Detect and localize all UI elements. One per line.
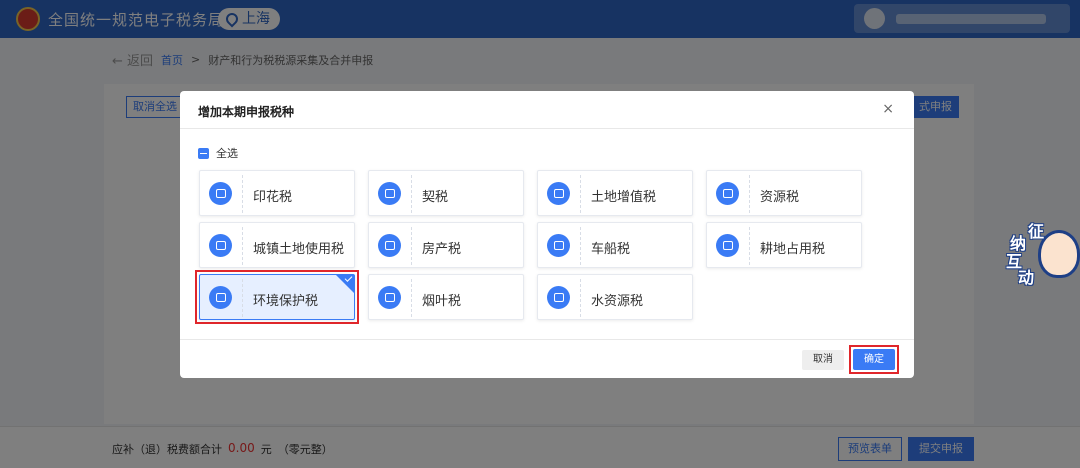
service-mascot[interactable]: 征 纳 互 动 <box>1006 222 1080 288</box>
tax-tile-land-appreciation[interactable]: 土地增值税 <box>537 170 693 216</box>
confirm-button[interactable]: 确定 <box>853 349 895 370</box>
tile-label: 印花税 <box>253 190 293 205</box>
cancel-button[interactable]: 取消 <box>802 350 844 370</box>
house-icon <box>378 234 401 257</box>
tax-tile-deed[interactable]: 契税 <box>368 170 524 216</box>
select-all-checkbox[interactable]: 全选 <box>198 145 238 161</box>
tile-label: 资源税 <box>760 190 800 205</box>
tile-divider <box>749 227 750 265</box>
tile-label: 环境保护税 <box>253 294 319 309</box>
tile-label: 城镇土地使用税 <box>253 242 345 257</box>
tile-divider <box>749 175 750 213</box>
tax-tile-resource[interactable]: 资源税 <box>706 170 862 216</box>
tile-label: 土地增值税 <box>591 190 657 205</box>
tax-tile-property[interactable]: 房产税 <box>368 222 524 268</box>
add-tax-type-dialog: 增加本期申报税种 × 全选 印花税 契税 土地增值税 资源税 城镇土地使用税 房… <box>180 91 914 378</box>
document-icon <box>209 182 232 205</box>
land-icon <box>547 182 570 205</box>
mascot-char: 征 <box>1028 222 1045 241</box>
checkbox-indeterminate-icon <box>198 147 209 159</box>
dialog-title: 增加本期申报税种 <box>198 105 295 119</box>
tile-divider <box>411 279 412 317</box>
tile-divider <box>411 227 412 265</box>
tile-divider <box>242 227 243 265</box>
environment-icon <box>209 286 232 309</box>
tile-label: 车船税 <box>591 242 631 257</box>
contract-icon <box>378 182 401 205</box>
tile-divider <box>580 279 581 317</box>
tile-label: 烟叶税 <box>422 294 462 309</box>
tax-tile-urban-land-use[interactable]: 城镇土地使用税 <box>199 222 355 268</box>
tax-tile-stamp[interactable]: 印花税 <box>199 170 355 216</box>
tax-tile-vehicle-vessel[interactable]: 车船税 <box>537 222 693 268</box>
close-icon[interactable]: × <box>882 101 894 117</box>
farmland-icon <box>716 234 739 257</box>
resource-icon <box>716 182 739 205</box>
tile-label: 房产税 <box>422 242 462 257</box>
tile-label: 契税 <box>422 190 449 205</box>
tile-divider <box>411 175 412 213</box>
mascot-char: 动 <box>1018 268 1035 287</box>
tax-tile-environmental-protection[interactable]: 环境保护税 <box>199 274 355 320</box>
select-all-label: 全选 <box>216 147 238 160</box>
tile-divider <box>580 227 581 265</box>
tax-tile-tobacco-leaf[interactable]: 烟叶税 <box>368 274 524 320</box>
vehicle-icon <box>547 234 570 257</box>
tobacco-icon <box>378 286 401 309</box>
tile-divider <box>242 279 243 317</box>
tile-label: 耕地占用税 <box>760 242 826 257</box>
building-icon <box>209 234 232 257</box>
tax-tile-water-resource[interactable]: 水资源税 <box>537 274 693 320</box>
water-icon <box>547 286 570 309</box>
dialog-header: 增加本期申报税种 × <box>180 91 914 129</box>
tile-divider <box>242 175 243 213</box>
tile-divider <box>580 175 581 213</box>
tile-label: 水资源税 <box>591 294 644 309</box>
mascot-avatar-icon <box>1038 230 1080 278</box>
tax-tile-farmland-occupation[interactable]: 耕地占用税 <box>706 222 862 268</box>
